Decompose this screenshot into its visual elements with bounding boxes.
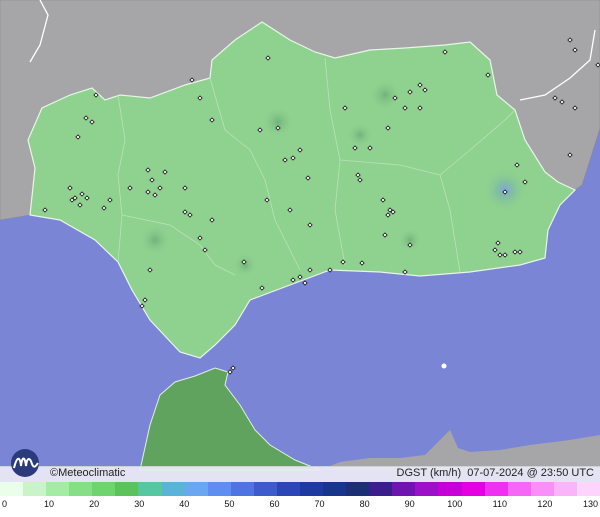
legend-swatch — [369, 482, 393, 496]
legend-swatch — [138, 482, 162, 496]
legend-swatch — [276, 482, 301, 496]
wind-spot — [139, 224, 171, 256]
legend-swatch — [438, 482, 462, 496]
legend-tick: 90 — [404, 499, 415, 509]
legend-swatch — [576, 482, 600, 496]
legend-swatch — [461, 482, 485, 496]
wind-spot — [398, 228, 422, 252]
legend-tick: 100 — [447, 499, 463, 509]
legend-swatch — [530, 482, 554, 496]
wind-spot — [233, 253, 257, 277]
legend-swatch — [184, 482, 208, 496]
legend-swatch — [484, 482, 508, 496]
legend-swatch — [115, 482, 139, 496]
legend-swatch — [553, 482, 577, 496]
legend-swatch — [161, 482, 185, 496]
legend-tick: 0 — [2, 499, 8, 509]
brand-label: ©Meteoclimatic — [50, 467, 126, 479]
legend-swatch — [507, 482, 531, 496]
legend-tick: 40 — [179, 499, 190, 509]
map-stage: ©Meteoclimatic DGST (km/h) 07-07-2024 @ … — [0, 0, 600, 517]
legend-swatch — [323, 482, 347, 496]
legend-swatch — [346, 482, 370, 496]
legend-swatch — [300, 482, 324, 496]
map-caption: DGST (km/h) 07-07-2024 @ 23:50 UTC — [397, 467, 594, 480]
legend-tick: 50 — [224, 499, 235, 509]
wind-spot — [369, 79, 401, 111]
legend-tick: 130 — [582, 499, 598, 509]
legend-swatch — [23, 482, 47, 496]
legend-swatch — [0, 482, 24, 496]
legend-swatch — [230, 482, 254, 496]
caption-datetime: 07-07-2024 @ 23:50 UTC — [467, 467, 594, 479]
legend-tick: 80 — [359, 499, 370, 509]
legend-tick: 110 — [492, 499, 508, 509]
legend-tick: 20 — [89, 499, 100, 509]
legend-swatch — [392, 482, 416, 496]
legend-color-bar — [0, 482, 600, 496]
color-legend: 0 10 20 30 40 50 60 70 80 90 100 110 120 130 — [0, 482, 600, 517]
legend-tick: 60 — [269, 499, 280, 509]
legend-swatch — [253, 482, 277, 496]
island — [441, 363, 447, 369]
wind-spot — [262, 106, 294, 138]
legend-tick: 120 — [537, 499, 553, 509]
legend-swatch — [207, 482, 231, 496]
legend-tick: 70 — [314, 499, 325, 509]
weather-map — [0, 0, 600, 517]
caption-parameter: DGST (km/h) — [396, 467, 462, 479]
legend-swatch — [46, 482, 70, 496]
legend-tick: 30 — [134, 499, 145, 509]
legend-tick: 10 — [44, 499, 55, 509]
legend-swatch — [92, 482, 116, 496]
meteoclimatic-logo — [11, 449, 39, 477]
legend-swatch — [69, 482, 93, 496]
legend-swatch — [415, 482, 439, 496]
wind-spot — [347, 122, 373, 148]
